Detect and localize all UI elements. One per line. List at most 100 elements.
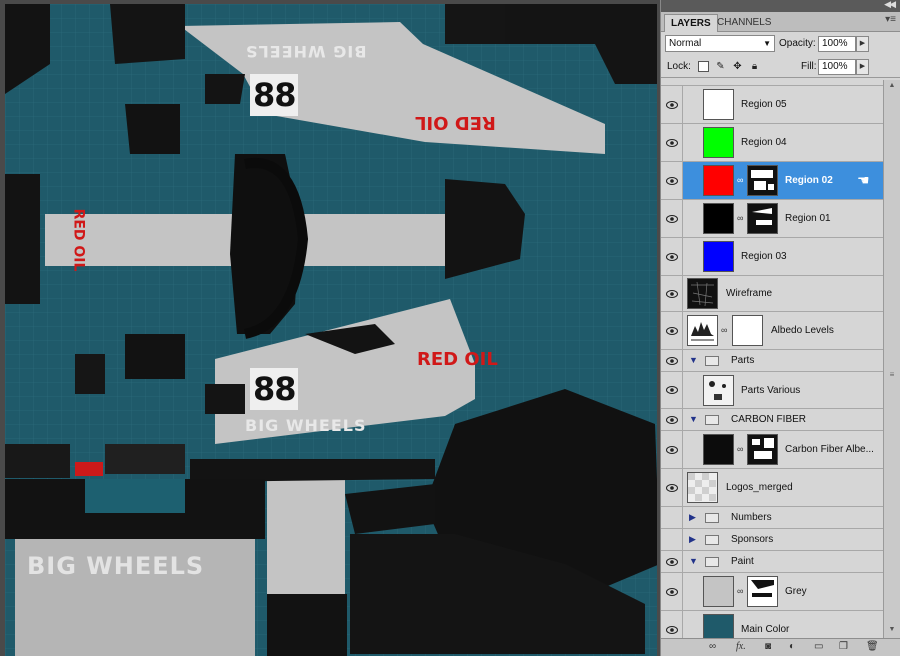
layer-mask-thumbnail[interactable] — [747, 434, 778, 465]
number-top: 88 — [253, 76, 297, 114]
chain-link-icon[interactable]: ∞ — [737, 175, 743, 185]
group-name: Paint — [731, 556, 754, 567]
group-numbers[interactable]: ▶ Numbers — [661, 507, 883, 529]
number-bottom: 88 — [253, 370, 297, 408]
layer-name: Parts Various — [741, 385, 801, 396]
visibility-toggle[interactable] — [661, 507, 683, 528]
chain-link-icon[interactable]: ∞ — [737, 444, 743, 454]
chain-link-icon[interactable]: ∞ — [721, 325, 727, 335]
big-wheels-text-bottom: BIG WHEELS — [27, 552, 205, 580]
visibility-toggle[interactable] — [661, 200, 683, 237]
group-paint[interactable]: ▼ Paint — [661, 551, 883, 573]
chain-link-icon[interactable]: ∞ — [737, 586, 743, 596]
texture-canvas[interactable]: BIG WHEELS 88 RED OIL RED OIL RED OIL 88… — [5, 4, 657, 656]
folder-icon — [705, 513, 719, 523]
opacity-input[interactable]: 100% — [818, 36, 856, 52]
eye-icon — [666, 139, 678, 147]
blend-mode-select[interactable]: Normal ▼ — [665, 35, 775, 52]
layer-region-02[interactable]: ∞ Region 02 ☚ — [661, 162, 883, 200]
black-part — [110, 4, 185, 64]
layer-logos-merged[interactable]: Logos_merged — [661, 469, 883, 507]
black-part — [5, 174, 40, 304]
layer-mask-thumbnail[interactable] — [747, 165, 778, 196]
layer-name: Region 04 — [741, 137, 787, 148]
lock-brush-icon[interactable]: ✎ — [715, 61, 726, 72]
visibility-toggle[interactable] — [661, 431, 683, 468]
layer-mask-thumbnail[interactable] — [747, 203, 778, 234]
layer-grey[interactable]: ∞ Grey — [661, 573, 883, 611]
lock-all-icon[interactable]: 🔒︎ — [749, 61, 760, 72]
visibility-toggle[interactable] — [661, 86, 683, 123]
hand-cursor-icon: ☚ — [857, 172, 870, 188]
layer-list-scrollbar[interactable]: ▲ ≡ ▼ — [883, 80, 900, 638]
visibility-toggle[interactable] — [661, 312, 683, 349]
visibility-toggle[interactable] — [661, 276, 683, 311]
group-parts[interactable]: ▼ Parts — [661, 350, 883, 372]
group-icon[interactable]: ▭ — [814, 641, 823, 652]
visibility-toggle[interactable] — [661, 124, 683, 161]
scroll-thumb[interactable]: ≡ — [886, 370, 898, 382]
fill-arrow-button[interactable]: ▶ — [856, 59, 869, 75]
collapsed-triangle-icon[interactable]: ▶ — [689, 534, 696, 545]
visibility-toggle[interactable] — [661, 551, 683, 572]
visibility-toggle[interactable] — [661, 409, 683, 430]
layer-region-01[interactable]: ∞ Region 01 — [661, 200, 883, 238]
scroll-up-icon[interactable]: ▲ — [886, 82, 898, 92]
new-layer-icon[interactable]: ❐ — [839, 641, 848, 652]
visibility-toggle[interactable] — [661, 162, 683, 199]
eye-icon — [666, 484, 678, 492]
mask-icon[interactable]: ◙ — [765, 641, 771, 652]
scroll-down-icon[interactable]: ▼ — [886, 626, 898, 636]
photoshop-window: BIG WHEELS 88 RED OIL RED OIL RED OIL 88… — [0, 0, 900, 656]
link-icon[interactable]: ∞ — [709, 641, 716, 652]
group-carbon-fiber[interactable]: ▼ CARBON FIBER — [661, 409, 883, 431]
expand-triangle-icon[interactable]: ▼ — [689, 355, 698, 365]
black-part — [105, 444, 185, 474]
fill-input[interactable]: 100% — [818, 59, 856, 75]
visibility-toggle[interactable] — [661, 238, 683, 275]
layer-albedo-levels[interactable]: ∞ Albedo Levels — [661, 312, 883, 350]
layer-mask-thumbnail[interactable] — [747, 576, 778, 607]
fx-icon[interactable]: fx. — [736, 641, 746, 652]
visibility-toggle[interactable] — [661, 611, 683, 638]
collapse-icon[interactable]: ◀◀ — [884, 0, 896, 10]
layer-region-03[interactable]: Region 03 — [661, 238, 883, 276]
black-part — [190, 459, 435, 482]
panel-title-bar: ◀◀ — [661, 0, 900, 12]
folder-icon — [705, 535, 719, 545]
eye-icon — [666, 290, 678, 298]
expand-triangle-icon[interactable]: ▼ — [689, 414, 698, 424]
layer-wireframe[interactable]: Wireframe — [661, 276, 883, 312]
visibility-toggle[interactable] — [661, 529, 683, 550]
chain-link-icon[interactable]: ∞ — [737, 213, 743, 223]
layer-main-color[interactable]: Main Color — [661, 611, 883, 638]
layer-mask-thumbnail[interactable] — [732, 315, 763, 346]
layer-name: Wireframe — [726, 288, 773, 299]
visibility-toggle[interactable] — [661, 469, 683, 506]
panel-menu-icon[interactable]: ▾≡ — [885, 14, 896, 25]
tab-channels[interactable]: CHANNELS — [711, 14, 777, 32]
folder-icon — [705, 415, 719, 425]
opacity-arrow-button[interactable]: ▶ — [856, 36, 869, 52]
eye-icon — [666, 327, 678, 335]
group-sponsors[interactable]: ▶ Sponsors — [661, 529, 883, 551]
lock-transparent-icon[interactable] — [698, 61, 709, 72]
layer-region-05[interactable]: Region 05 — [661, 86, 883, 124]
expand-triangle-icon[interactable]: ▼ — [689, 556, 698, 566]
black-part — [125, 334, 185, 379]
visibility-toggle[interactable] — [661, 350, 683, 371]
visibility-toggle[interactable] — [661, 372, 683, 408]
layer-thumbnail — [703, 434, 734, 465]
layer-parts-various[interactable]: Parts Various — [661, 372, 883, 409]
tab-layers[interactable]: LAYERS — [664, 14, 718, 32]
lock-move-icon[interactable]: ✥ — [732, 61, 743, 72]
adjustment-icon[interactable]: ◐ — [789, 641, 795, 652]
black-part — [5, 444, 70, 478]
eye-icon — [666, 253, 678, 261]
layer-region-04[interactable]: Region 04 — [661, 124, 883, 162]
trash-icon[interactable]: 🗑︎ — [866, 641, 879, 652]
collapsed-triangle-icon[interactable]: ▶ — [689, 512, 696, 523]
visibility-toggle[interactable] — [661, 573, 683, 610]
layer-carbon-fiber-albedo[interactable]: ∞ Carbon Fiber Albe... — [661, 431, 883, 469]
black-part — [267, 594, 347, 656]
